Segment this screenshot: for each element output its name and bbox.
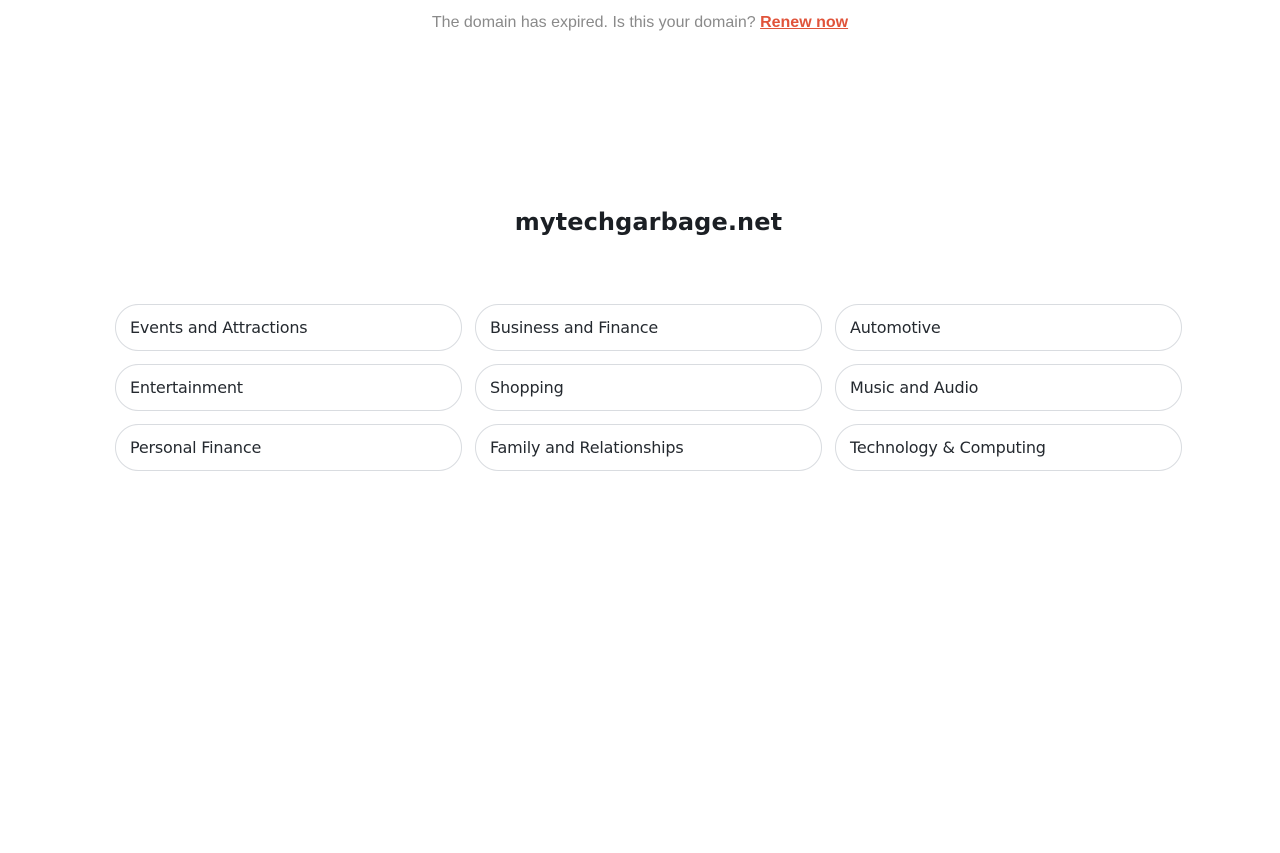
related-link-label: Shopping bbox=[490, 378, 564, 397]
related-link-family-and-relationships[interactable]: Family and Relationships bbox=[475, 424, 822, 471]
expired-message: The domain has expired. Is this your dom… bbox=[431, 14, 756, 31]
related-link-label: Events and Attractions bbox=[130, 318, 308, 337]
related-link-entertainment[interactable]: Entertainment bbox=[115, 364, 462, 411]
related-links-grid: Events and Attractions Business and Fina… bbox=[115, 304, 1182, 471]
related-link-label: Entertainment bbox=[130, 378, 243, 397]
related-link-business-and-finance[interactable]: Business and Finance bbox=[475, 304, 822, 351]
related-link-label: Business and Finance bbox=[490, 318, 659, 337]
related-link-label: Personal Finance bbox=[130, 438, 262, 457]
related-link-music-and-audio[interactable]: Music and Audio bbox=[835, 364, 1182, 411]
related-link-shopping[interactable]: Shopping bbox=[475, 364, 822, 411]
related-link-label: Automotive bbox=[850, 318, 941, 337]
renew-now-link[interactable]: Renew now bbox=[760, 14, 848, 31]
domain-expired-banner: The domain has expired. Is this your dom… bbox=[0, 12, 1280, 34]
related-link-personal-finance[interactable]: Personal Finance bbox=[115, 424, 462, 471]
related-link-technology-and-computing[interactable]: Technology & Computing bbox=[835, 424, 1182, 471]
related-link-label: Family and Relationships bbox=[490, 438, 684, 457]
domain-name-title: mytechgarbage.net bbox=[514, 208, 783, 236]
related-link-automotive[interactable]: Automotive bbox=[835, 304, 1182, 351]
related-link-events-and-attractions[interactable]: Events and Attractions bbox=[115, 304, 462, 351]
related-link-label: Music and Audio bbox=[850, 378, 979, 397]
related-link-label: Technology & Computing bbox=[850, 438, 1046, 457]
